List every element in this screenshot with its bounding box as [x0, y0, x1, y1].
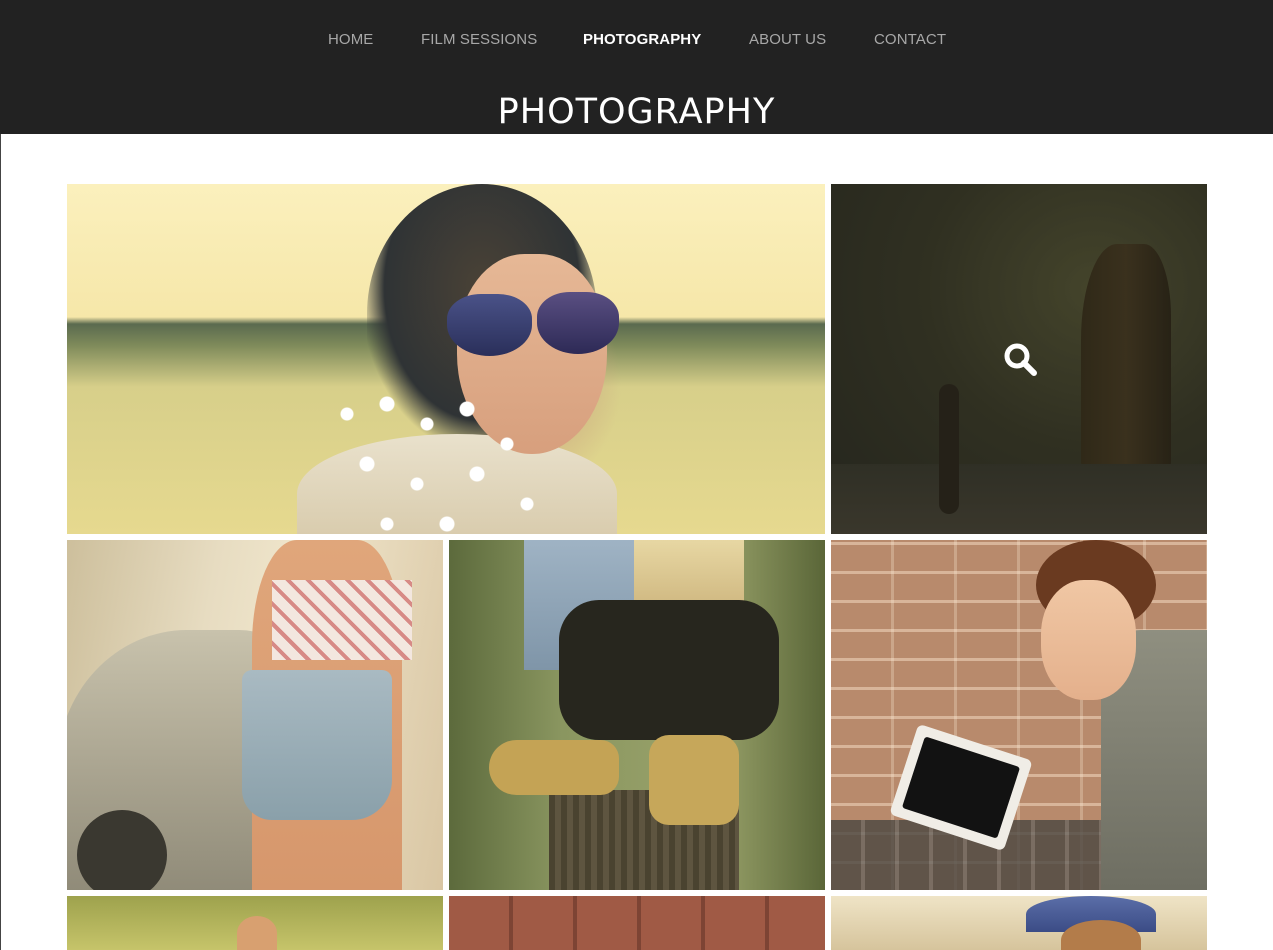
photo-detail [559, 600, 779, 740]
girl-by-car-photo[interactable] [67, 540, 443, 890]
photo-detail [649, 735, 739, 825]
photo-detail [537, 292, 619, 354]
nav-about-us[interactable]: ABOUT US [749, 31, 826, 48]
woman-sunglasses-flowers-photo[interactable] [67, 184, 825, 534]
nav-home[interactable]: HOME [328, 31, 373, 48]
photo-detail [1041, 580, 1136, 700]
forest-tree-walker-photo[interactable] [831, 184, 1207, 534]
page-edge-divider [0, 134, 1, 950]
photo-detail [242, 670, 392, 820]
photo-detail [327, 384, 557, 534]
girl-boots-on-stump-photo[interactable] [449, 540, 825, 890]
photo-detail [447, 294, 532, 356]
nav-photography[interactable]: PHOTOGRAPHY [583, 31, 701, 48]
photo-detail [237, 916, 277, 950]
garden-hand-photo[interactable] [67, 896, 443, 950]
photo-detail [272, 580, 412, 660]
nav-film-sessions[interactable]: FILM SESSIONS [421, 31, 537, 48]
photo-detail [489, 740, 619, 795]
page-title: PHOTOGRAPHY [497, 92, 776, 132]
site-header: HOME FILM SESSIONS PHOTOGRAPHY ABOUT US … [0, 0, 1273, 134]
main-nav: HOME FILM SESSIONS PHOTOGRAPHY ABOUT US … [0, 0, 1273, 80]
nav-contact[interactable]: CONTACT [874, 31, 946, 48]
red-wood-planks-photo[interactable] [449, 896, 825, 950]
woman-with-tablet-photo[interactable] [831, 540, 1207, 890]
photo-detail [77, 810, 167, 890]
child-with-crown-photo[interactable] [831, 896, 1207, 950]
search-icon[interactable] [1003, 342, 1037, 376]
